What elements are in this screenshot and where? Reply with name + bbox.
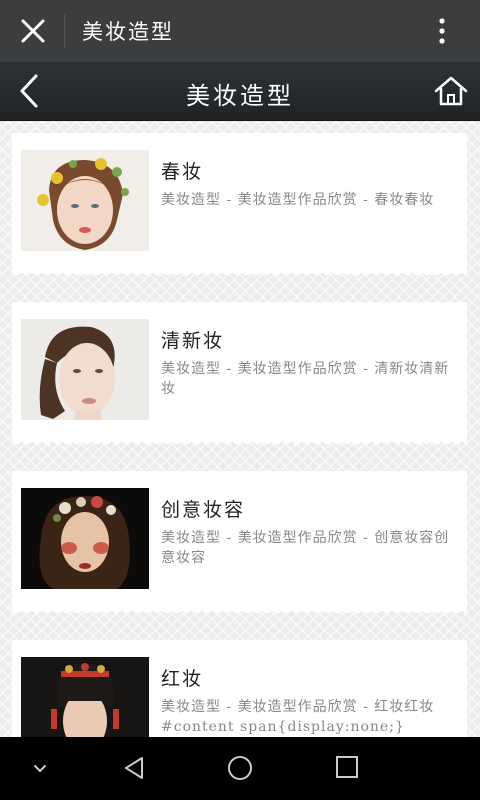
item-title[interactable]: 创意妆容 — [161, 495, 245, 522]
fresh-makeup-thumbnail — [21, 319, 149, 420]
more-vert-icon[interactable] — [432, 14, 452, 48]
article-list[interactable]: 春妆 美妆造型 - 美妆造型作品欣赏 - 春妆春妆 清新妆 美妆造型 - 美妆造… — [0, 121, 480, 737]
close-icon[interactable] — [18, 16, 48, 46]
spring-makeup-thumbnail — [21, 150, 149, 251]
window-title: 美妆造型 — [82, 20, 174, 44]
item-description: 美妆造型 - 美妆造型作品欣赏 - 创意妆容创意妆容 — [161, 530, 450, 566]
divider — [64, 14, 65, 48]
list-item[interactable]: 清新妆 美妆造型 - 美妆造型作品欣赏 - 清新妆清新妆 — [12, 302, 467, 448]
item-description: 美妆造型 - 美妆造型作品欣赏 - 红妆红妆#content span{disp… — [161, 699, 435, 735]
item-description: 美妆造型 - 美妆造型作品欣赏 - 清新妆清新妆 — [161, 361, 450, 397]
system-nav-bar — [0, 737, 480, 800]
circle-home-icon[interactable] — [226, 754, 254, 782]
item-title[interactable]: 清新妆 — [161, 326, 224, 353]
page-title: 美妆造型 — [186, 82, 294, 110]
chevron-down-icon[interactable] — [30, 761, 50, 775]
creative-makeup-thumbnail — [21, 488, 149, 589]
item-description: 美妆造型 - 美妆造型作品欣赏 - 春妆春妆 — [161, 192, 435, 208]
item-title[interactable]: 春妆 — [161, 157, 203, 184]
home-icon[interactable] — [433, 74, 469, 108]
list-item[interactable]: 春妆 美妆造型 - 美妆造型作品欣赏 - 春妆春妆 — [12, 133, 467, 279]
square-recent-icon[interactable] — [334, 754, 360, 780]
page-header: 美妆造型 — [0, 62, 480, 121]
red-makeup-thumbnail — [21, 657, 149, 737]
top-bar: 美妆造型 — [0, 0, 480, 62]
list-item[interactable]: 红妆 美妆造型 - 美妆造型作品欣赏 - 红妆红妆#content span{d… — [12, 640, 467, 737]
list-item[interactable]: 创意妆容 美妆造型 - 美妆造型作品欣赏 - 创意妆容创意妆容 — [12, 471, 467, 617]
triangle-back-icon[interactable] — [120, 754, 148, 782]
item-title[interactable]: 红妆 — [161, 664, 203, 691]
